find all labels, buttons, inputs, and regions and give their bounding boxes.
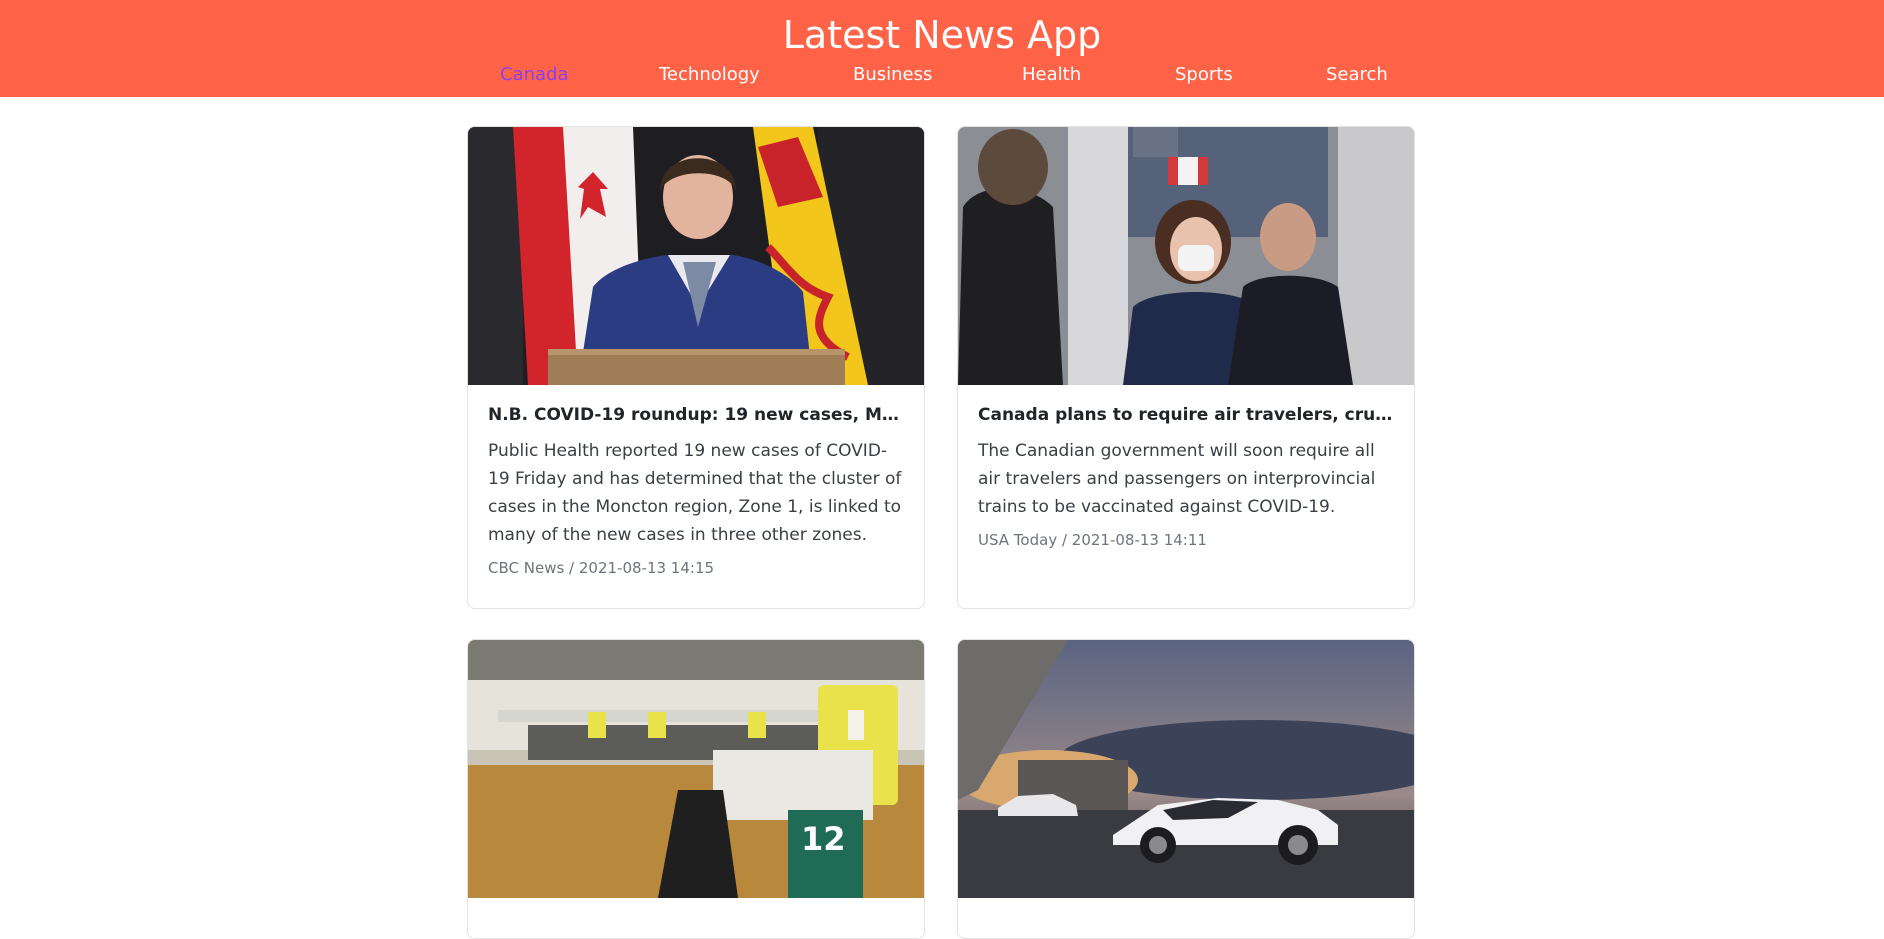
news-card-body: Canada plans to require air travelers, c… <box>978 403 1398 551</box>
news-card-body: N.B. COVID-19 roundup: 19 new cases, Mon… <box>488 403 908 579</box>
app-title: Latest News App <box>782 13 1102 57</box>
news-card[interactable] <box>957 639 1415 939</box>
news-meta: CBC News / 2021-08-13 14:15 <box>488 559 715 577</box>
news-card-body <box>488 916 908 926</box>
news-image[interactable]: 12 <box>468 640 924 898</box>
news-image[interactable] <box>958 127 1414 385</box>
news-card[interactable]: Canada plans to require air travelers, c… <box>957 126 1415 609</box>
nav-item-health[interactable]: Health <box>1022 62 1081 88</box>
nav-item-search[interactable]: Search <box>1326 62 1388 88</box>
nav-item-canada[interactable]: Canada <box>500 62 569 88</box>
nav-item-technology[interactable]: Technology <box>659 62 760 88</box>
nav-item-business[interactable]: Business <box>853 62 932 88</box>
news-title[interactable]: N.B. COVID-19 roundup: 19 new cases, Mon… <box>488 403 908 427</box>
news-card[interactable]: 12 <box>467 639 925 939</box>
svg-text:12: 12 <box>801 820 846 858</box>
news-title[interactable]: Canada plans to require air travelers, c… <box>978 403 1398 427</box>
news-card-body <box>978 916 1398 926</box>
nav-item-sports[interactable]: Sports <box>1175 62 1233 88</box>
news-image[interactable] <box>958 640 1414 898</box>
news-description: Public Health reported 19 new cases of C… <box>488 441 902 545</box>
news-meta: USA Today / 2021-08-13 14:11 <box>978 531 1207 549</box>
app-header: Latest News App Canada Technology Busine… <box>0 0 1884 97</box>
news-card[interactable]: N.B. COVID-19 roundup: 19 new cases, Mon… <box>467 126 925 609</box>
news-description: The Canadian government will soon requir… <box>978 441 1376 517</box>
news-image[interactable] <box>468 127 924 385</box>
